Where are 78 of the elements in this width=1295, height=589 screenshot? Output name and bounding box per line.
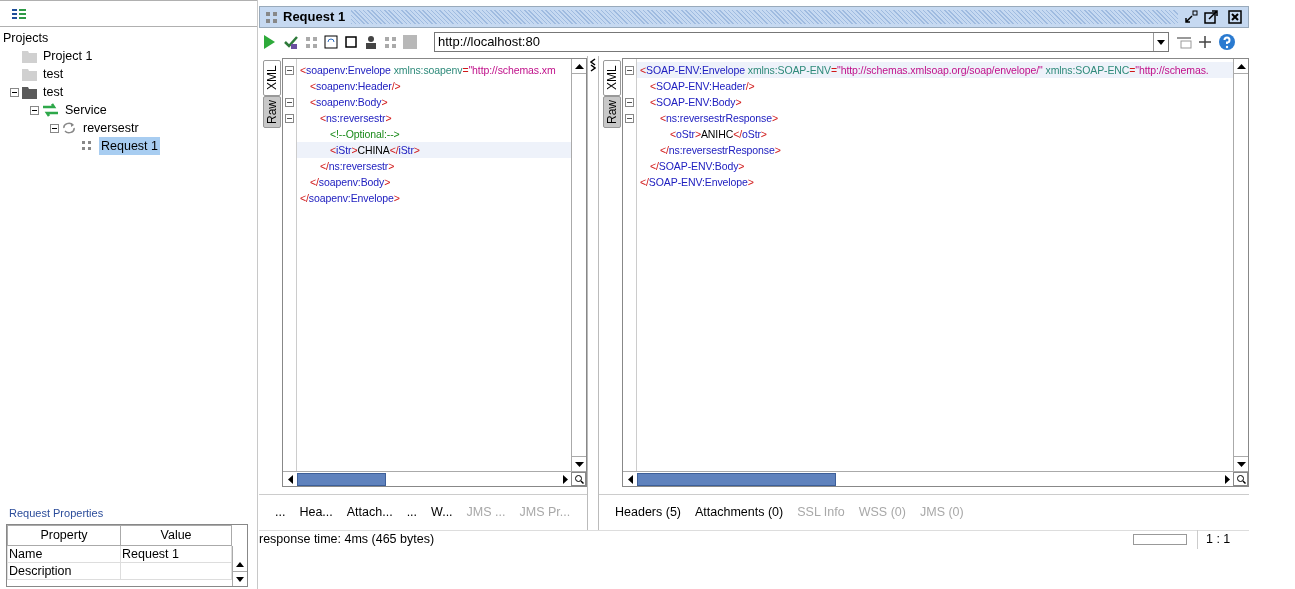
dropdown-icon[interactable] [1153,33,1168,51]
code-line: <soapenv:Envelope xmlns:soapenv="http://schemas.xm [299,63,557,78]
code-line: <ns:reversestrResponse> [659,111,779,126]
side-tab[interactable]: Raw [603,96,621,128]
fold-icon[interactable] [625,113,634,123]
panel-title: Request Properties [9,507,104,519]
endpoint-field[interactable]: http://localhost:80 [434,32,1169,52]
code-line: </SOAP-ENV:Envelope> [639,175,755,190]
tree-root-label[interactable]: Projects [3,29,257,47]
fold-icon[interactable] [285,113,294,123]
code-line: <soapenv:Header/> [309,79,402,94]
editor-tab[interactable]: ... [275,503,286,522]
fold-icon[interactable] [285,97,294,107]
editor-tab[interactable]: Hea... [299,503,333,522]
scrollbar[interactable] [1233,59,1248,471]
close-icon[interactable] [1228,10,1242,24]
tree-item[interactable]: Project 1 [41,46,95,66]
collapse-arrows-icon[interactable] [590,58,596,72]
square-icon[interactable] [345,36,357,48]
code-line: </soapenv:Body> [309,175,392,190]
check-icon[interactable] [283,34,299,50]
tree-view-icon[interactable] [12,8,26,19]
scrollbar-thumb[interactable] [637,472,836,486]
tree-item[interactable]: test [41,82,66,102]
zoom-icon[interactable] [1233,472,1248,486]
dots-icon [266,11,277,23]
code-line: </ns:reversestrResponse> [659,143,782,158]
tree-item[interactable]: test [41,64,66,84]
frame-icon[interactable] [324,35,338,49]
code-line: <ns:reversestr> [319,111,393,126]
editor-tab[interactable]: Attachments (0) [695,503,784,522]
refresh-icon [62,122,78,134]
side-tab[interactable]: Raw [263,96,281,128]
code-line: </ns:reversestr> [319,159,396,174]
window-title: Request 1 [283,8,346,27]
code-line: <soapenv:Body> [309,95,389,110]
tree-item[interactable]: Request 1 [99,136,160,156]
plus-icon[interactable] [1199,36,1211,48]
column-header[interactable]: Property [7,525,121,546]
user-icon[interactable] [364,35,378,49]
minimize-icon[interactable] [1184,10,1198,24]
side-tab[interactable]: XML [263,60,281,96]
fold-icon[interactable] [625,65,634,75]
maximize-icon[interactable] [1204,10,1218,24]
tree-item[interactable]: Service [63,100,109,120]
editor-tab[interactable]: Attach... [346,503,393,522]
swap-arrows-icon [42,103,60,117]
fold-icon[interactable] [625,97,634,107]
collapse-icon[interactable] [9,87,19,97]
code-line: </soapenv:Envelope> [299,191,401,206]
column-header[interactable]: Value [120,525,232,546]
table-icon[interactable] [1176,35,1192,49]
scrollbar-thumb[interactable] [297,472,387,486]
editor-tab[interactable]: ... [406,503,418,522]
play-icon[interactable] [263,34,276,50]
table-cell: Name [7,545,121,563]
status-text: response time: 4ms (465 bytes) [259,531,436,549]
code-line: <SOAP-ENV:Body> [649,95,743,110]
code-line: <!--Optional:--> [329,127,401,142]
table-cell: Description [7,562,121,580]
zoom-icon[interactable] [571,472,586,486]
cursor-position: 1 : 1 [1197,530,1249,549]
scrollbar[interactable] [571,59,586,471]
dots-icon[interactable] [306,36,317,48]
code-line: </SOAP-ENV:Body> [649,159,746,174]
collapse-icon[interactable] [49,123,59,133]
table-cell: Request 1 [120,545,232,563]
fold-icon[interactable] [285,65,294,75]
code-line: <oStr>ANIHC</oStr> [669,127,768,142]
dots-icon[interactable] [385,36,396,48]
editor-tab[interactable]: Headers (5) [615,503,681,522]
code-line: <SOAP-ENV:Header/> [649,79,756,94]
editor-tab[interactable]: W... [431,503,453,522]
scrollbar[interactable] [232,546,247,586]
help-icon[interactable] [1218,33,1236,51]
collapse-icon[interactable] [29,105,39,115]
tree-item[interactable]: reversestr [81,118,141,138]
side-tab[interactable]: XML [603,60,621,96]
